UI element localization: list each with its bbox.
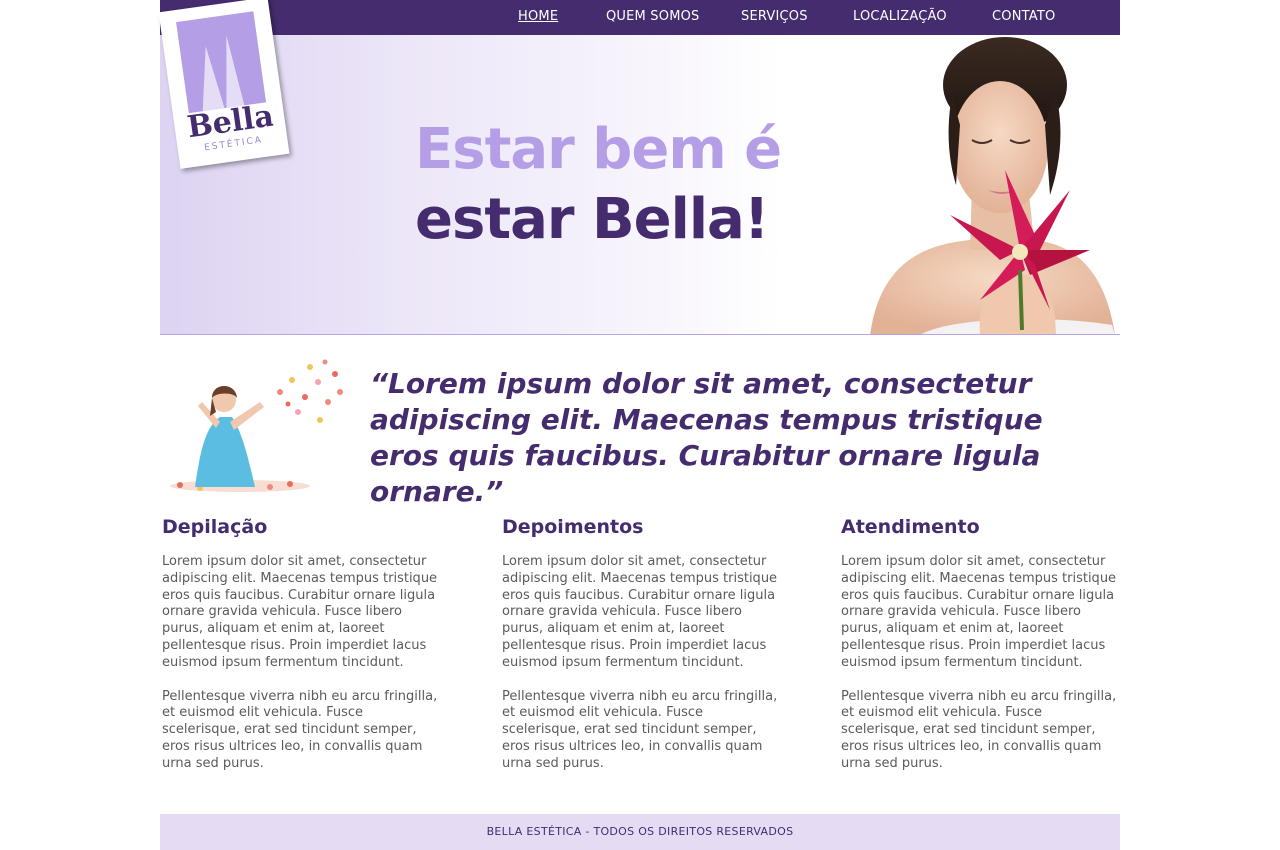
column-atendimento: Atendimento Lorem ipsum dolor sit amet, … [841, 514, 1121, 790]
logo-mark-icon: Bella ESTÉTICA [176, 11, 276, 153]
column-paragraph-1: Lorem ipsum dolor sit amet, consectetur … [502, 554, 778, 670]
hero-headline-line1: Estar bem é [415, 117, 782, 182]
nav-item-home[interactable]: HOME [518, 9, 558, 24]
nav-item-servicos[interactable]: SERVIÇOS [741, 9, 808, 24]
quote-section-photo [160, 352, 353, 495]
hero-headline-line2: estar Bella! [415, 187, 769, 252]
footer-copyright: BELLA ESTÉTICA - TODOS OS DIREITOS RESER… [486, 825, 794, 838]
column-paragraph-1: Lorem ipsum dolor sit amet, consectetur … [162, 554, 438, 670]
hero-headline: Estar bem é estar Bella! [415, 115, 782, 255]
nav-item-localizacao[interactable]: LOCALIZAÇÃO [853, 9, 947, 24]
column-title: Depoimentos [502, 516, 644, 538]
featured-quote: “Lorem ipsum dolor sit amet, consectetur… [370, 367, 1043, 508]
hero-portrait-image [870, 37, 1115, 334]
bella-logo[interactable]: Bella ESTÉTICA [158, 0, 290, 169]
footer: BELLA ESTÉTICA - TODOS OS DIREITOS RESER… [160, 814, 1120, 850]
nav-item-quem-somos[interactable]: QUEM SOMOS [606, 9, 700, 24]
nav-item-contato[interactable]: CONTATO [992, 9, 1055, 24]
column-paragraph-2: Pellentesque viverra nibh eu arcu fringi… [841, 688, 1117, 771]
hero-banner: Estar bem é estar Bella! [160, 35, 1120, 335]
top-navigation: HOME QUEM SOMOS SERVIÇOS LOCALIZAÇÃO CON… [160, 0, 1120, 35]
column-depoimentos: Depoimentos Lorem ipsum dolor sit amet, … [502, 514, 782, 790]
column-title: Depilação [162, 516, 268, 538]
column-title: Atendimento [841, 516, 980, 538]
page: HOME QUEM SOMOS SERVIÇOS LOCALIZAÇÃO CON… [158, 0, 1121, 850]
column-paragraph-2: Pellentesque viverra nibh eu arcu fringi… [502, 688, 778, 771]
column-depilacao: Depilação Lorem ipsum dolor sit amet, co… [162, 514, 442, 790]
column-paragraph-1: Lorem ipsum dolor sit amet, consectetur … [841, 554, 1117, 670]
column-paragraph-2: Pellentesque viverra nibh eu arcu fringi… [162, 688, 438, 771]
